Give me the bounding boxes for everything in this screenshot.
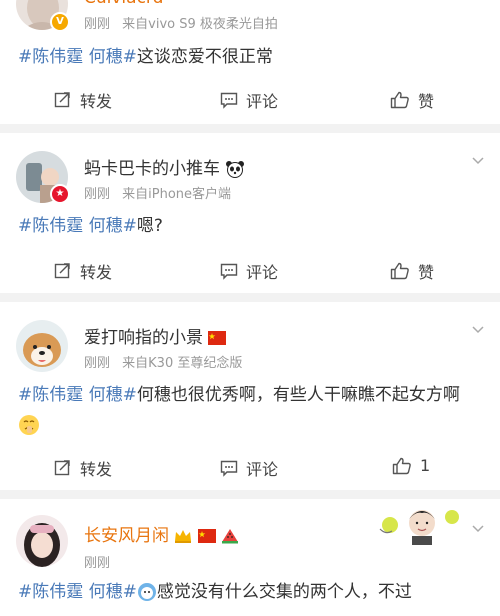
- comment-label: 评论: [246, 263, 279, 282]
- watermelon-icon: [222, 529, 239, 544]
- verified-badge-icon: V: [50, 12, 70, 32]
- emoji-icon: [19, 415, 39, 435]
- verified-badge-icon: ★: [50, 184, 70, 204]
- post-card: 长安风月闲 刚刚 #陈伟霆 何穗# 感觉没有什么交集的两个人，不过: [0, 499, 500, 616]
- like-icon: [392, 457, 411, 474]
- avatar-image: [16, 320, 68, 372]
- repost-icon: [54, 460, 70, 476]
- hashtag-link[interactable]: #陈伟霆 何穗#: [18, 385, 137, 405]
- hashtag-link[interactable]: #陈伟霆 何穗#: [18, 216, 137, 236]
- post-text: #陈伟霆 何穗#这谈恋爱不很正常: [18, 42, 482, 72]
- comment-button[interactable]: 评论: [220, 259, 278, 283]
- action-bar: 转发 评论 赞: [0, 88, 500, 112]
- post-body: 嗯?: [136, 216, 163, 236]
- post-time: 刚刚: [84, 356, 111, 371]
- action-bar: 转发 评论 1: [0, 456, 500, 480]
- hashtag-link[interactable]: #陈伟霆 何穗#: [18, 47, 137, 67]
- post-source[interactable]: 来自iPhone客户端: [122, 187, 231, 202]
- decorative-card-skin: [379, 510, 459, 545]
- post-body: 这谈恋爱不很正常: [136, 47, 273, 67]
- chevron-down-icon[interactable]: [472, 326, 484, 334]
- post-body: 感觉没有什么交集的两个人，不过: [156, 582, 412, 602]
- post-meta: 刚刚 来自K30 至尊纪念版: [84, 352, 242, 371]
- post-body: 何穗也很优秀啊，有些人干嘛瞧不起女方啊: [136, 385, 460, 405]
- comment-icon: [220, 460, 238, 477]
- post-meta: 刚刚 来自iPhone客户端: [84, 183, 231, 202]
- emoji-icon: [137, 583, 156, 601]
- post-source[interactable]: 来自vivo S9 极夜柔光自拍: [122, 17, 278, 32]
- comment-icon: [220, 92, 238, 109]
- like-button[interactable]: 1: [392, 456, 430, 475]
- like-button[interactable]: 赞: [390, 259, 434, 283]
- comment-button[interactable]: 评论: [220, 88, 278, 112]
- avatar[interactable]: [16, 320, 68, 372]
- repost-icon: [54, 92, 70, 108]
- username-text: 爱打响指的小景: [84, 328, 203, 348]
- username-text: 长安风月闲: [84, 526, 169, 546]
- comment-button[interactable]: 评论: [220, 456, 278, 480]
- repost-label: 转发: [80, 263, 113, 282]
- post-time: 刚刚: [84, 187, 111, 202]
- repost-button[interactable]: 转发: [54, 88, 112, 112]
- username[interactable]: 长安风月闲: [84, 521, 239, 546]
- post-text: #陈伟霆 何穗# 感觉没有什么交集的两个人，不过: [18, 577, 482, 607]
- avatar[interactable]: [16, 515, 68, 567]
- post-meta: 刚刚 来自vivo S9 极夜柔光自拍: [84, 13, 278, 32]
- post-text: #陈伟霆 何穗#嗯?: [18, 211, 482, 241]
- like-button[interactable]: 赞: [390, 88, 434, 112]
- post-card: ★ 蚂卡巴卡的小推车 刚刚 来自iPhone客户端 #陈伟霆 何穗#嗯? 转发 …: [0, 133, 500, 293]
- chevron-down-icon[interactable]: [472, 525, 484, 533]
- repost-button[interactable]: 转发: [54, 456, 112, 480]
- like-label: 赞: [418, 92, 435, 111]
- action-bar: 转发 评论 赞: [0, 259, 500, 283]
- panda-icon: [226, 161, 245, 178]
- like-count: 1: [420, 456, 431, 475]
- username[interactable]: 爱打响指的小景: [84, 323, 227, 348]
- post-text: #陈伟霆 何穗#何穗也很优秀啊，有些人干嘛瞧不起女方啊: [18, 380, 482, 440]
- post-source[interactable]: 来自K30 至尊纪念版: [122, 356, 242, 371]
- like-icon: [390, 91, 409, 109]
- post-meta: 刚刚: [84, 552, 110, 571]
- china-flag-icon: [197, 529, 216, 543]
- repost-label: 转发: [80, 92, 113, 111]
- repost-button[interactable]: 转发: [54, 259, 112, 283]
- username-text: 蚂卡巴卡的小推车: [84, 159, 220, 179]
- comment-icon: [220, 263, 238, 280]
- like-label: 赞: [418, 263, 435, 282]
- crown-icon: [175, 530, 192, 543]
- post-card: 爱打响指的小景 刚刚 来自K30 至尊纪念版 #陈伟霆 何穗#何穗也很优秀啊，有…: [0, 302, 500, 490]
- username[interactable]: 蚂卡巴卡的小推车: [84, 154, 245, 179]
- hashtag-link[interactable]: #陈伟霆 何穗#: [18, 582, 137, 602]
- repost-icon: [54, 263, 70, 279]
- chevron-down-icon[interactable]: [472, 157, 484, 165]
- username[interactable]: Cuiviacrd: [84, 0, 163, 8]
- post-card: V Cuiviacrd 刚刚 来自vivo S9 极夜柔光自拍 #陈伟霆 何穗#…: [0, 0, 500, 124]
- comment-label: 评论: [246, 92, 279, 111]
- post-time: 刚刚: [84, 556, 111, 571]
- avatar-image: [16, 515, 68, 567]
- post-time: 刚刚: [84, 17, 111, 32]
- china-flag-icon: [208, 331, 227, 345]
- like-icon: [390, 262, 409, 280]
- repost-label: 转发: [80, 460, 113, 479]
- comment-label: 评论: [246, 460, 279, 479]
